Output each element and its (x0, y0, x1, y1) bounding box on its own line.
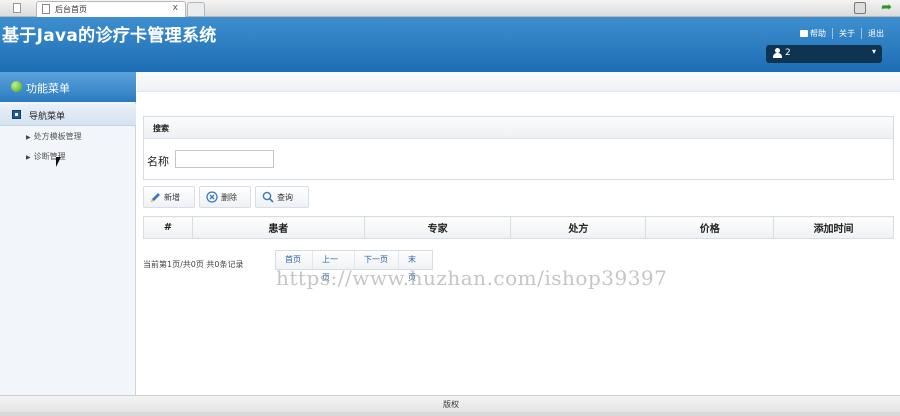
search-panel: 搜索 名称 (143, 116, 894, 180)
browser-menu-icon[interactable] (854, 2, 866, 14)
search-title: 搜索 (153, 124, 169, 133)
action-toolbar: 新增 删除 查询 (143, 186, 309, 208)
document-icon (42, 4, 50, 14)
logout-link[interactable]: 退出 (861, 28, 890, 39)
square-icon (12, 110, 21, 119)
sidebar-title: 功能菜单 (26, 82, 70, 95)
query-button[interactable]: 查询 (255, 186, 309, 208)
user-name: 2 (785, 48, 791, 58)
table-header-row: # 患者 专家 处方 价格 添加时间 (143, 216, 894, 239)
system-title: 基于Java的诊疗卡管理系统 (2, 26, 217, 46)
name-search-input[interactable] (175, 150, 274, 168)
browser-tabstrip: 后台首页 x ➦ (0, 0, 900, 17)
data-table: # 患者 专家 处方 价格 添加时间 (143, 216, 894, 239)
sidebar-item-label: 处方模板管理 (33, 132, 82, 141)
add-label: 新增 (164, 192, 180, 202)
user-dropdown[interactable]: 2 ▾ (766, 45, 882, 63)
page-icon[interactable] (13, 3, 21, 13)
column-header-patient[interactable]: 患者 (191, 216, 365, 239)
footer: 版权 (0, 395, 900, 412)
content-tab-strip (137, 72, 900, 92)
add-button[interactable]: 新增 (143, 186, 195, 208)
column-header-index[interactable]: # (143, 216, 193, 239)
triangle-right-icon: ▶ (26, 134, 31, 141)
watermark-text: https://www.huzhan.com/ishop39397 (276, 266, 668, 290)
green-gem-icon (11, 81, 22, 92)
new-tab-button[interactable] (187, 2, 205, 16)
pagination-info: 当前第1页/共0页 共0条记录 (143, 260, 244, 269)
column-header-prescription[interactable]: 处方 (510, 216, 647, 239)
about-link[interactable]: 关于 (832, 28, 861, 39)
back-arrow-icon[interactable]: ➦ (881, 1, 892, 15)
name-label: 名称 (147, 155, 169, 168)
mouse-cursor-icon (56, 157, 61, 167)
help-label: 帮助 (810, 29, 826, 38)
sidebar-group-nav[interactable]: 导航菜单 (0, 104, 136, 126)
user-icon (773, 48, 782, 59)
sidebar: 功能菜单 导航菜单 ▶ 处方模板管理 ▶ 诊断管理 (0, 72, 136, 395)
browser-tab[interactable]: 后台首页 x (36, 1, 186, 17)
pencil-icon (151, 192, 160, 202)
column-header-expert[interactable]: 专家 (363, 216, 512, 239)
main-content: 搜索 名称 新增 删除 查询 # 患者 专家 处方 价格 添加时间 当前第1页/… (137, 72, 900, 395)
column-header-price[interactable]: 价格 (645, 216, 775, 239)
app-header: 基于Java的诊疗卡管理系统 帮助 关于 退出 2 ▾ (0, 17, 900, 72)
magnifier-icon (262, 191, 274, 203)
triangle-right-icon: ▶ (26, 154, 31, 161)
help-icon (800, 30, 808, 37)
browser-statusbar (0, 412, 900, 416)
sidebar-item-prescription-template[interactable]: ▶ 处方模板管理 (26, 131, 82, 142)
tab-close-icon[interactable]: x (173, 3, 178, 13)
help-link[interactable]: 帮助 (794, 28, 832, 39)
sidebar-header: 功能菜单 (0, 72, 136, 102)
sidebar-group-label: 导航菜单 (29, 112, 66, 122)
chevron-down-icon: ▾ (871, 47, 876, 56)
search-panel-header: 搜索 (144, 117, 893, 139)
copyright-label: 版权 (443, 400, 459, 409)
delete-label: 删除 (221, 192, 237, 202)
query-label: 查询 (277, 192, 293, 202)
tab-title: 后台首页 (55, 5, 87, 14)
delete-button[interactable]: 删除 (199, 186, 251, 208)
top-links: 帮助 关于 退出 (794, 28, 890, 39)
column-header-added-time[interactable]: 添加时间 (773, 216, 894, 239)
circle-x-icon (206, 191, 218, 203)
